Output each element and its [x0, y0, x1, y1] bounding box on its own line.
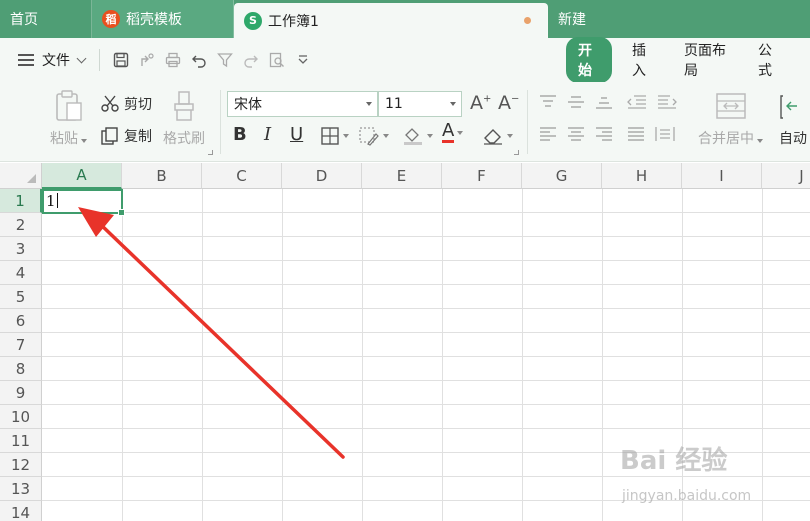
- baidu-watermark-url: jingyan.baidu.com: [622, 488, 752, 504]
- baidu-watermark: Bai 经验: [620, 446, 728, 476]
